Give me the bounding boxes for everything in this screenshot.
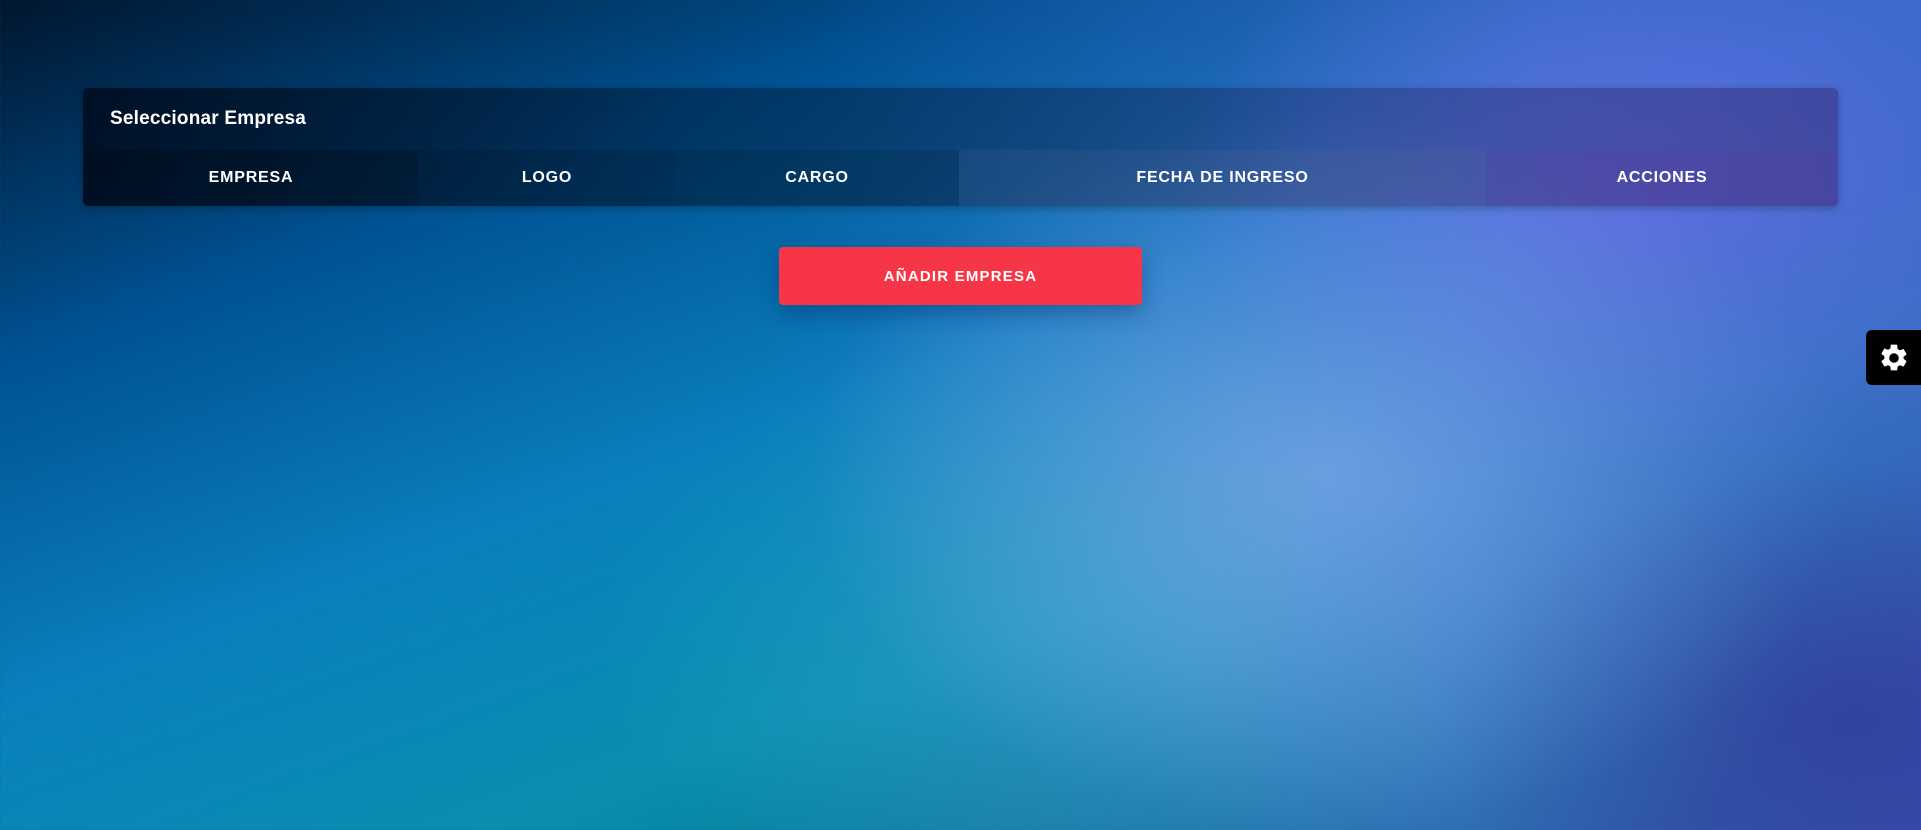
- column-header-fecha-de-ingreso: FECHA DE INGRESO: [959, 150, 1486, 206]
- company-select-card: Seleccionar Empresa EMPRESA LOGO CARGO F…: [83, 88, 1838, 206]
- column-header-cargo: CARGO: [675, 150, 959, 206]
- add-company-button[interactable]: AÑADIR EMPRESA: [779, 247, 1142, 305]
- gear-icon: [1881, 344, 1907, 370]
- table-header: EMPRESA LOGO CARGO FECHA DE INGRESO ACCI…: [83, 150, 1838, 206]
- card-title: Seleccionar Empresa: [110, 108, 307, 129]
- column-header-empresa: EMPRESA: [83, 150, 419, 206]
- column-header-logo: LOGO: [419, 150, 675, 206]
- column-header-acciones: ACCIONES: [1486, 150, 1838, 206]
- settings-toggle-button[interactable]: [1866, 330, 1921, 385]
